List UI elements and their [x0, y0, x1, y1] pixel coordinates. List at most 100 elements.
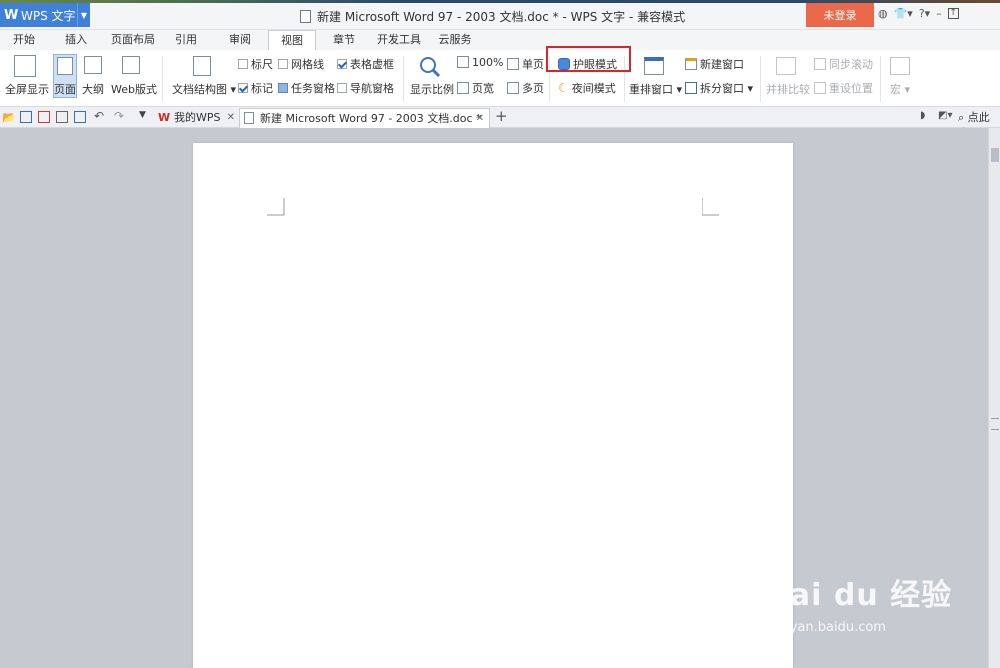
doc-structure-icon: [193, 56, 211, 76]
chevron-down-icon[interactable]: ▼: [77, 3, 90, 27]
divider: [880, 56, 881, 102]
tab-developer[interactable]: 开发工具: [372, 30, 426, 50]
side-by-side-icon: [776, 57, 796, 75]
chevron-down-icon[interactable]: ▼: [139, 110, 151, 122]
checkbox-icon: [337, 83, 347, 93]
tab-my-wps-label: 我的WPS: [174, 111, 221, 124]
undo-icon[interactable]: ↶: [94, 109, 106, 123]
web-layout-label: Web版式: [111, 83, 157, 96]
shirt-icon[interactable]: 👕▾: [894, 7, 913, 20]
page-view-label: 页面: [54, 83, 76, 96]
multi-page-button[interactable]: 多页: [507, 80, 544, 96]
page-view-icon: [57, 57, 73, 75]
close-icon[interactable]: ✕: [227, 108, 235, 127]
scrollbar-thumb[interactable]: [991, 148, 999, 162]
format-icon[interactable]: ◩▾: [938, 110, 952, 121]
print-preview-icon[interactable]: [74, 111, 86, 123]
app-name: WPS 文字: [21, 8, 76, 23]
window-title: 新建 Microsoft Word 97 - 2003 文档.doc * - W…: [300, 8, 685, 25]
wps-logo-icon: W: [4, 7, 19, 23]
checkbox-icon: [278, 59, 288, 69]
export-pdf-icon[interactable]: [38, 111, 50, 123]
ruler-checkbox[interactable]: 标尺: [238, 56, 273, 72]
wps-logo-icon: W: [158, 111, 171, 124]
taskpane-checkbox[interactable]: 任务窗格: [278, 80, 335, 96]
marks-checkbox[interactable]: 标记: [238, 80, 273, 96]
new-window-icon: [685, 58, 697, 70]
save-icon[interactable]: [20, 111, 32, 123]
night-mode-button[interactable]: ☾ 夜间模式: [558, 80, 616, 96]
restore-icon[interactable]: ↑: [947, 8, 959, 19]
doc-info-icon[interactable]: ◗: [920, 110, 925, 121]
tab-document[interactable]: 新建 Microsoft Word 97 - 2003 文档.doc * ✕: [239, 108, 490, 128]
tab-home[interactable]: 开始: [6, 30, 42, 50]
minimize-icon[interactable]: –: [936, 7, 942, 20]
redo-icon[interactable]: ↷: [114, 109, 126, 123]
gridlines-checkbox[interactable]: 网格线: [278, 56, 324, 72]
title-bar: W WPS 文字 ▼ 新建 Microsoft Word 97 - 2003 文…: [0, 0, 1000, 30]
split-window-button[interactable]: 拆分窗口 ▾: [685, 80, 753, 96]
zoom-label: 显示比例: [410, 83, 454, 96]
sync-scroll-button[interactable]: 同步滚动: [814, 56, 873, 72]
document-page[interactable]: [193, 143, 793, 668]
tab-review[interactable]: 审阅: [222, 30, 258, 50]
outline-label: 大纲: [82, 83, 104, 96]
tab-insert[interactable]: 插入: [58, 30, 94, 50]
checkbox-checked-icon: [238, 83, 248, 93]
margin-corner-top-left: [267, 198, 285, 216]
macro-label: 宏 ▾: [890, 83, 911, 96]
open-folder-icon[interactable]: 📂: [2, 111, 16, 124]
page-width-button[interactable]: 页宽: [457, 80, 494, 96]
highlight-box: [546, 46, 631, 72]
tab-references[interactable]: 引用: [168, 30, 204, 50]
watermark-url: jingyan.baidu.com: [766, 620, 886, 635]
multi-page-icon: [507, 82, 519, 94]
ribbon-view: 全屏显示 页面 大纲 Web版式 文档结构图 ▾ 标尺 网格线 表格虚框 标记 …: [0, 50, 1000, 107]
tab-my-wps[interactable]: W 我的WPS ✕: [154, 108, 240, 128]
divider: [760, 56, 761, 102]
login-button[interactable]: 未登录: [806, 3, 874, 27]
skin-icon[interactable]: ◍: [878, 7, 888, 20]
tab-document-label: 新建 Microsoft Word 97 - 2003 文档.doc *: [260, 112, 482, 125]
macro-icon: [890, 57, 910, 75]
tab-view[interactable]: 视图: [268, 30, 316, 51]
help-icon[interactable]: ?▾: [919, 7, 930, 20]
tab-page-layout[interactable]: 页面布局: [106, 30, 160, 50]
navpane-checkbox[interactable]: 导航窗格: [337, 80, 394, 96]
zoom-100-button[interactable]: 100%: [457, 56, 503, 69]
single-page-icon: [507, 58, 519, 70]
fullscreen-icon: [14, 55, 36, 77]
new-tab-icon[interactable]: +: [495, 107, 508, 125]
tab-cloud[interactable]: 云服务: [434, 30, 476, 50]
document-tab-bar: 📂 ↶ ↷ ▼ W 我的WPS ✕ 新建 Microsoft Word 97 -…: [0, 107, 1000, 140]
window-title-text: 新建 Microsoft Word 97 - 2003 文档.doc * - W…: [317, 10, 686, 24]
reset-position-button[interactable]: 重设位置: [814, 80, 873, 96]
web-layout-icon: [122, 56, 140, 74]
fullscreen-label: 全屏显示: [5, 83, 49, 96]
moon-icon: ☾: [558, 81, 569, 95]
search-icon: ⌕: [958, 111, 965, 124]
magnifier-icon: [420, 57, 441, 78]
margin-corner-top-right: [702, 198, 719, 216]
document-icon: [244, 112, 254, 124]
scroll-grip[interactable]: [991, 418, 999, 430]
vertical-scrollbar[interactable]: [988, 128, 1000, 668]
tab-chapter[interactable]: 章节: [326, 30, 362, 50]
close-icon[interactable]: ✕: [476, 109, 484, 128]
checkbox-checked-icon: [337, 59, 347, 69]
window-controls: ◍ 👕▾ ?▾ – ↑: [878, 7, 959, 20]
arrange-windows-label: 重排窗口 ▾: [629, 83, 683, 96]
tablegrid-checkbox[interactable]: 表格虚框: [337, 56, 394, 72]
page-width-icon: [457, 82, 469, 94]
new-window-button[interactable]: 新建窗口: [685, 56, 744, 72]
arrange-windows-icon: [644, 57, 664, 75]
split-window-icon: [685, 82, 697, 94]
print-icon[interactable]: [56, 111, 68, 123]
checkbox-partial-icon: [278, 83, 288, 93]
divider: [162, 56, 163, 102]
single-page-button[interactable]: 单页: [507, 56, 544, 72]
app-menu-button[interactable]: W WPS 文字 ▼: [0, 3, 90, 27]
watermark-brand: Bai du 经验: [766, 578, 953, 613]
docmap-label: 文档结构图 ▾: [172, 83, 237, 96]
checkbox-icon: [238, 59, 248, 69]
